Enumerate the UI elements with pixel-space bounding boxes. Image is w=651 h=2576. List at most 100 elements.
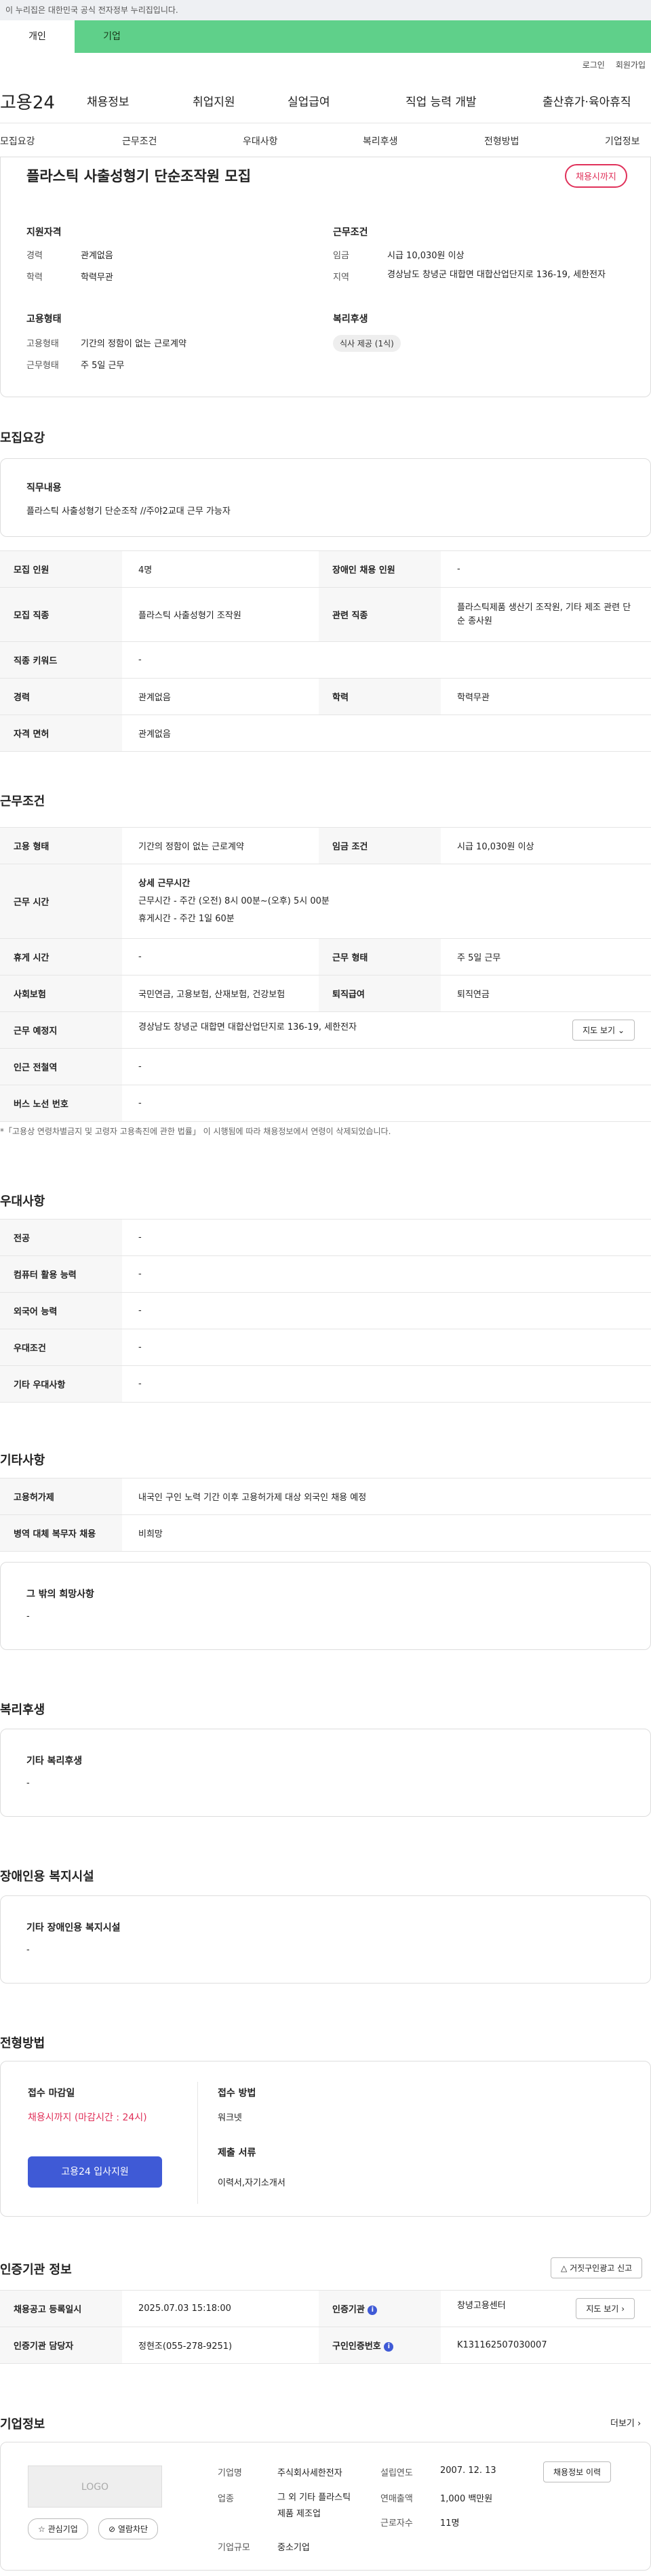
work-hours-heading: 상세 근무시간 xyxy=(138,878,191,889)
divider xyxy=(197,2082,198,2204)
table-row: 경력 관계없음 학력 학력무관 xyxy=(0,678,651,715)
screening-title: 전형방법 xyxy=(0,2036,45,2051)
row-label: 모집 직종 xyxy=(0,587,122,642)
employees-value: 11명 xyxy=(440,2518,460,2529)
row-label: 전공 xyxy=(0,1219,122,1256)
company-more-link[interactable]: 더보기 › xyxy=(610,2416,641,2429)
row-value: 상세 근무시간 근무시간 - 주간 (오전) 8시 00분~(오후) 5시 00… xyxy=(122,864,651,939)
table-row: 모집 인원 4명 장애인 채용 인원 - xyxy=(0,550,651,588)
table-row: 사회보험 국민연금, 고용보험, 산재보험, 건강보험 퇴직급여 퇴직연금 xyxy=(0,975,651,1012)
favorite-company-button[interactable]: ☆ 관심기업 xyxy=(28,2518,88,2539)
table-row: 모집 직종 플라스틱 사출성형기 조작원 관련 직종 플라스틱제품 생산기 조작… xyxy=(0,587,651,642)
founded-label: 설립연도 xyxy=(380,2468,413,2478)
emp-value: 기간의 정함이 없는 근로계약 xyxy=(81,339,186,349)
industry-value: 그 외 기타 플라스틱 제품 제조업 xyxy=(277,2493,351,2519)
table-row: 전공 - xyxy=(0,1219,651,1256)
hiring-history-button[interactable]: 채용정보 이력 xyxy=(543,2461,612,2482)
map-view-button[interactable]: 지도 보기 ⌄ xyxy=(572,1020,635,1041)
tab-screening[interactable]: 전형방법 xyxy=(484,134,519,148)
table-row: 외국어 능력 - xyxy=(0,1292,651,1329)
row-value: 기간의 정함이 없는 근로계약 xyxy=(122,827,319,864)
row-label: 휴게 시간 xyxy=(0,938,122,975)
row-value: 국민연금, 고용보험, 산재보험, 건강보험 xyxy=(122,975,319,1012)
row-label: 관련 직종 xyxy=(319,587,441,642)
cond-value: 경상남도 창녕군 대합면 대합산업단지로 136-19, 세한전자 xyxy=(387,270,606,280)
row-label: 임금 조건 xyxy=(319,827,441,864)
row-value: 4명 xyxy=(122,550,319,588)
tab-recruit[interactable]: 모집요강 xyxy=(0,134,35,148)
row-value: 경상남도 창녕군 대합면 대합산업단지로 136-19, 세한전자 지도 보기 … xyxy=(122,1011,651,1049)
tab-personal[interactable]: 개인 xyxy=(0,20,75,53)
star-icon: ☆ xyxy=(38,2524,45,2534)
row-label: 사회보험 xyxy=(0,975,122,1012)
emp-label: 고용형태 xyxy=(26,339,59,349)
table-row: 인증기관 담당자 정현조(055-278-9251) 구인인증번호 i K131… xyxy=(0,2327,651,2364)
row-label: 근무 시간 xyxy=(0,864,122,939)
tab-company-info[interactable]: 기업정보 xyxy=(605,134,640,148)
gnb-item-leave[interactable]: 출산휴가·육아휴직 xyxy=(542,92,631,109)
tab-pref[interactable]: 우대사항 xyxy=(243,134,278,148)
tab-work[interactable]: 근무조건 xyxy=(122,134,157,148)
report-label: 거짓구인광고 신고 xyxy=(570,2263,633,2273)
user-type-tabs: 개인 기업 xyxy=(0,20,651,53)
login-link[interactable]: 로그인 xyxy=(583,59,605,71)
table-row: 근무 예정지 경상남도 창녕군 대합면 대합산업단지로 136-19, 세한전자… xyxy=(0,1011,651,1049)
agency-map-button[interactable]: 지도 보기 › xyxy=(576,2298,635,2319)
method-value: 워크넷 xyxy=(218,2113,242,2123)
report-button[interactable]: △ 거짓구인광고 신고 xyxy=(551,2257,643,2278)
tab-company[interactable]: 기업 xyxy=(75,20,149,53)
row-value: 관계없음 xyxy=(122,715,651,752)
table-row: 고용 형태 기간의 정함이 없는 근로계약 임금 조건 시급 10,030원 이… xyxy=(0,827,651,864)
row-value: K131162507030007 xyxy=(441,2327,651,2364)
block-icon: ⊘ xyxy=(108,2524,116,2534)
row-value: 정현조(055-278-9251) xyxy=(122,2327,319,2364)
row-label: 경력 xyxy=(0,678,122,715)
table-row: 고용허가제 내국인 구인 노력 기간 이후 고용허가제 대상 외국인 채용 예정 xyxy=(0,1478,651,1515)
work-table: 고용 형태 기간의 정함이 없는 근로계약 임금 조건 시급 10,030원 이… xyxy=(0,827,651,1122)
section-tabs: 모집요강 근무조건 우대사항 복리후생 전형방법 기업정보 xyxy=(0,123,651,157)
job-summary-card: 플라스틱 사출성형기 단순조작원 모집 채용시까지 지원자격 경력 관계없음 학… xyxy=(0,157,651,397)
company-size: 중소기업 xyxy=(277,2543,310,2553)
global-nav: 고용24 채용정보 취업지원 실업급여 직업 능력 개발 출산휴가·육아휴직 xyxy=(0,76,651,123)
row-label: 병역 대체 복무자 채용 xyxy=(0,1514,122,1552)
screening-card: 접수 마감일 채용시까지 (마감시간 : 24시) 고용24 입사지원 접수 방… xyxy=(0,2061,651,2217)
age-note: *「고용상 연령차별금지 및 고령자 고용촉진에 관한 법률」 이 시행됨에 따… xyxy=(0,1127,391,1136)
disabled-title: 장애인용 복지시설 xyxy=(0,1870,94,1884)
row-value: 시급 10,030원 이상 xyxy=(441,827,651,864)
deadline-value: 채용시까지 (마감시간 : 24시) xyxy=(28,2112,147,2123)
workplace-address: 경상남도 창녕군 대합면 대합산업단지로 136-19, 세한전자 xyxy=(138,1022,357,1032)
info-icon[interactable]: i xyxy=(368,2305,378,2315)
gnb-item-jobs[interactable]: 채용정보 xyxy=(87,92,130,109)
apply-button[interactable]: 고용24 입사지원 xyxy=(28,2156,162,2188)
row-label: 퇴직급여 xyxy=(319,975,441,1012)
pref-title: 우대사항 xyxy=(0,1194,45,1209)
row-label: 버스 노선 번호 xyxy=(0,1085,122,1122)
more-label: 더보기 xyxy=(610,2419,635,2429)
chevron-right-icon: › xyxy=(621,2304,625,2314)
gnb-item-support[interactable]: 취업지원 xyxy=(193,92,235,109)
content-layer: 플라스틱 사출성형기 단순조작원 모집 채용시까지 지원자격 경력 관계없음 학… xyxy=(0,0,651,2576)
row-value: - xyxy=(122,1329,651,1366)
join-link[interactable]: 회원가입 xyxy=(616,59,646,71)
block-label: 열람차단 xyxy=(117,2524,149,2534)
table-row: 버스 노선 번호 - xyxy=(0,1085,651,1122)
chevron-right-icon: › xyxy=(637,2419,642,2429)
cond-label: 지역 xyxy=(333,273,349,283)
tab-welfare[interactable]: 복리후생 xyxy=(363,134,398,148)
qual-label: 학력 xyxy=(26,273,43,283)
row-value: 비희망 xyxy=(122,1514,651,1552)
disabled-value: - xyxy=(26,1945,30,1955)
row-label: 자격 면허 xyxy=(0,715,122,752)
table-row: 자격 면허 관계없음 xyxy=(0,715,651,752)
gnb-item-training[interactable]: 직업 능력 개발 xyxy=(406,92,477,109)
block-view-button[interactable]: ⊘ 열람차단 xyxy=(98,2518,159,2539)
info-icon[interactable]: i xyxy=(384,2341,394,2352)
site-logo[interactable]: 고용24 xyxy=(0,89,55,114)
gnb-item-benefits[interactable]: 실업급여 xyxy=(288,92,330,109)
agency-map-label: 지도 보기 xyxy=(586,2304,619,2314)
extra-heading: 그 밖의 희망사항 xyxy=(26,1589,94,1600)
row-label: 인근 전철역 xyxy=(0,1048,122,1085)
row-value: 학력무관 xyxy=(441,678,651,715)
row-value: - xyxy=(122,1292,651,1329)
work-hours-line: 근무시간 - 주간 (오전) 8시 00분~(오후) 5시 00분 xyxy=(138,895,330,906)
